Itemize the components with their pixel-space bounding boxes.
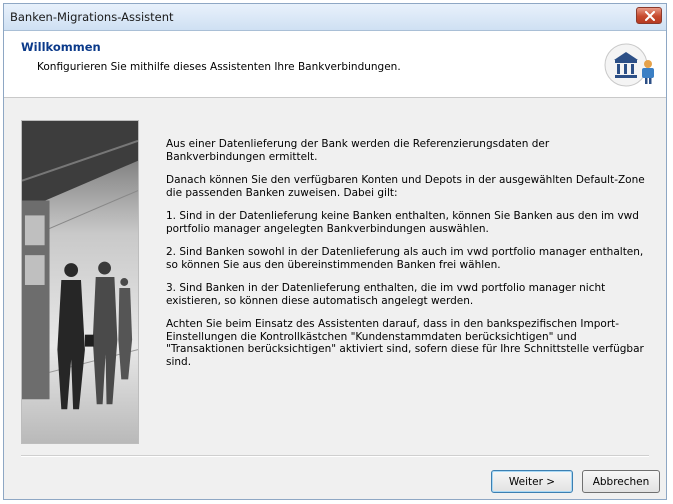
close-icon [645, 11, 655, 21]
next-button[interactable]: Weiter > [491, 470, 573, 493]
paragraph: Danach können Sie den verfügbaren Konten… [166, 174, 645, 199]
cancel-button[interactable]: Abbrechen [582, 470, 660, 493]
divider [21, 455, 649, 457]
wizard-window: Banken-Migrations-Assistent Willkommen K… [3, 3, 667, 500]
page-title: Willkommen [21, 40, 101, 54]
paragraph: Aus einer Datenlieferung der Bank werden… [166, 138, 550, 163]
bank-person-icon [604, 43, 654, 87]
wizard-header: Willkommen Konfigurieren Sie mithilfe di… [4, 31, 666, 98]
window-title: Banken-Migrations-Assistent [10, 10, 174, 24]
close-button[interactable] [636, 7, 662, 24]
paragraph: 1. Sind in der Datenlieferung keine Bank… [166, 210, 639, 235]
description-text: Aus einer Datenlieferung der Bank werden… [166, 138, 646, 379]
paragraph: 3. Sind Banken in der Datenlieferung ent… [166, 282, 606, 307]
title-bar: Banken-Migrations-Assistent [4, 4, 666, 31]
paragraph: Achten Sie beim Einsatz des Assistenten … [166, 318, 644, 368]
business-people-photo [21, 120, 139, 444]
page-subtitle: Konfigurieren Sie mithilfe dieses Assist… [37, 61, 401, 73]
paragraph: 2. Sind Banken sowohl in der Datenliefer… [166, 246, 644, 271]
